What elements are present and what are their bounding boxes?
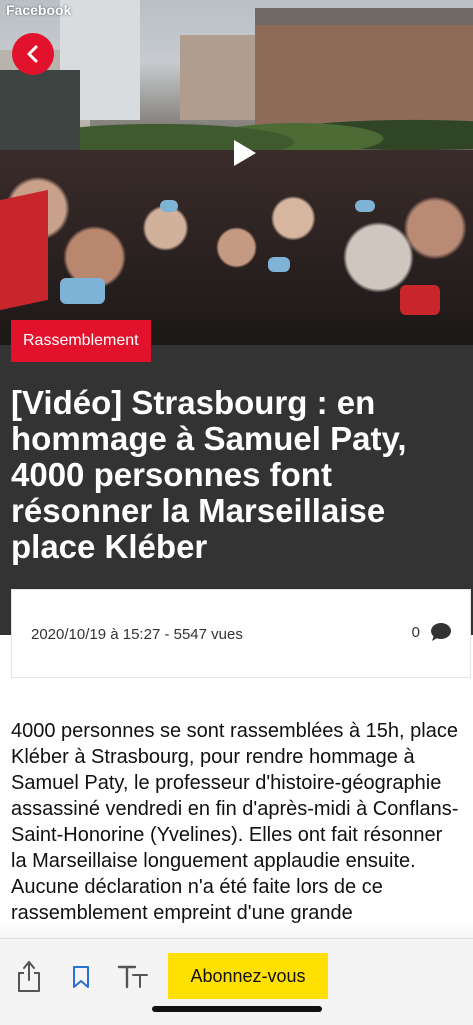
article-title: [Vidéo] Strasbourg : en hommage à Samuel… — [11, 384, 407, 565]
hero-video-thumbnail[interactable] — [0, 0, 473, 345]
status-bar-back-to-app[interactable]: Facebook — [6, 2, 71, 18]
red-flag — [0, 189, 48, 311]
face-mask — [60, 278, 105, 304]
crowd — [0, 150, 473, 345]
share-icon[interactable] — [16, 959, 42, 993]
article-body: 4000 personnes se sont rassemblées à 15h… — [11, 720, 459, 924]
article-meta-card: 2020/10/19 à 15:27 - 5547 vues 0 — [11, 589, 471, 678]
face-mask — [355, 200, 375, 212]
subscribe-button[interactable]: Abonnez-vous — [168, 953, 328, 999]
face-mask — [400, 285, 440, 315]
comments-button[interactable]: 0 — [412, 622, 452, 642]
comment-count: 0 — [411, 623, 420, 641]
face-mask — [160, 200, 178, 212]
publish-date-views: 2020/10/19 à 15:27 - 5547 vues — [31, 626, 243, 643]
back-button[interactable] — [12, 33, 54, 75]
text-fade — [0, 920, 473, 940]
category-badge[interactable]: Rassemblement — [11, 320, 151, 362]
home-indicator[interactable] — [152, 1006, 322, 1012]
play-icon[interactable] — [232, 138, 258, 168]
face-mask — [268, 257, 290, 272]
comment-bubble-icon — [431, 623, 451, 641]
text-size-icon[interactable] — [117, 963, 149, 989]
bookmark-icon[interactable] — [72, 965, 90, 989]
chevron-left-icon — [27, 45, 38, 63]
